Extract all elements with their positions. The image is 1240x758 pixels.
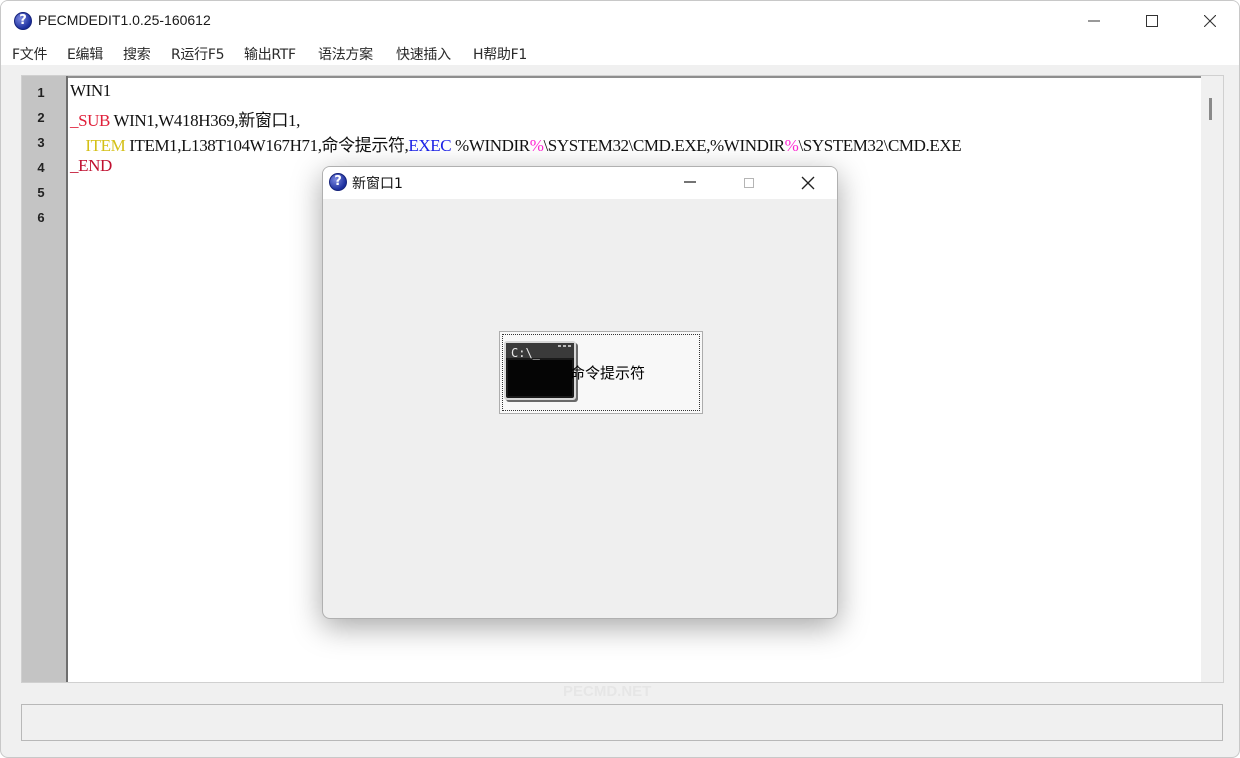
menu-quick-insert[interactable]: 快速插入 bbox=[396, 44, 451, 64]
close-icon bbox=[801, 176, 815, 190]
cmd-icon-text: C:\_ bbox=[511, 346, 541, 360]
line-number: 1 bbox=[37, 85, 45, 100]
preview-maximize-button[interactable] bbox=[726, 167, 772, 199]
menu-export-rtf[interactable]: 输出RTF bbox=[244, 44, 296, 64]
close-icon bbox=[1204, 15, 1216, 27]
maximize-icon bbox=[744, 178, 754, 188]
menu-syntax-scheme[interactable]: 语法方案 bbox=[318, 44, 373, 64]
window-title: PECMDEDIT1.0.25-160612 bbox=[38, 12, 211, 28]
line-number: 2 bbox=[37, 110, 45, 125]
maximize-button[interactable] bbox=[1123, 1, 1181, 41]
command-prompt-label: 命令提示符 bbox=[570, 364, 646, 382]
line-number: 6 bbox=[37, 210, 45, 225]
code-token: \SYSTEM32\CMD.EXE bbox=[798, 136, 962, 155]
code-token: \SYSTEM32\CMD.EXE,%WINDIR bbox=[543, 136, 785, 155]
line-number: 4 bbox=[37, 160, 45, 175]
code-line: _END bbox=[70, 156, 112, 176]
code-token: ITEM bbox=[70, 136, 126, 155]
preview-title-bar[interactable]: ? 新窗口1 bbox=[323, 167, 837, 199]
menu-edit[interactable]: E编辑 bbox=[67, 44, 103, 64]
main-window: ? PECMDEDIT1.0.25-160612 F文件 E编辑 搜索 R运行F… bbox=[0, 0, 1240, 758]
watermark: PECMD.NET bbox=[563, 683, 652, 700]
code-token: ITEM1,L138T104W167H71,命令提示符, bbox=[125, 136, 409, 155]
code-token: % bbox=[784, 136, 799, 155]
code-token: _SUB bbox=[70, 111, 110, 130]
status-bar bbox=[21, 704, 1223, 741]
code-token: _END bbox=[70, 156, 112, 175]
close-button[interactable] bbox=[1181, 1, 1239, 41]
code-token: EXEC bbox=[408, 136, 452, 155]
code-token: WIN1 bbox=[70, 81, 111, 100]
command-prompt-button[interactable]: C:\_ 命令提示符 bbox=[499, 331, 703, 414]
code-token: % bbox=[529, 136, 544, 155]
preview-close-button[interactable] bbox=[785, 167, 831, 199]
menu-bar: F文件 E编辑 搜索 R运行F5 输出RTF 语法方案 快速插入 H帮助F1 bbox=[1, 41, 1239, 65]
code-line: _SUB WIN1,W418H369,新窗口1, bbox=[70, 106, 300, 131]
preview-help-icon: ? bbox=[329, 173, 347, 191]
code-line: WIN1 bbox=[70, 81, 111, 101]
line-number-gutter: 1 2 3 4 5 6 bbox=[22, 76, 68, 682]
minimize-icon bbox=[1088, 20, 1100, 22]
menu-help[interactable]: H帮助F1 bbox=[473, 44, 527, 64]
preview-window-title: 新窗口1 bbox=[352, 176, 403, 192]
code-token: WIN1,W418H369,新窗口1, bbox=[109, 111, 301, 130]
scrollbar-thumb[interactable] bbox=[1209, 98, 1212, 120]
title-bar[interactable]: ? PECMDEDIT1.0.25-160612 bbox=[1, 1, 1239, 41]
code-token: %WINDIR bbox=[451, 136, 530, 155]
maximize-icon bbox=[1146, 15, 1158, 27]
command-prompt-icon: C:\_ bbox=[504, 341, 578, 402]
preview-minimize-button[interactable] bbox=[667, 167, 713, 199]
code-line: ITEM ITEM1,L138T104W167H71,命令提示符,EXEC %W… bbox=[70, 131, 961, 156]
app-help-icon: ? bbox=[14, 12, 32, 30]
line-number: 3 bbox=[37, 135, 45, 150]
line-number: 5 bbox=[37, 185, 45, 200]
menu-run[interactable]: R运行F5 bbox=[171, 44, 224, 64]
minimize-icon bbox=[684, 181, 696, 183]
preview-window: ? 新窗口1 C:\_ 命令提示符 bbox=[322, 166, 838, 619]
menu-file[interactable]: F文件 bbox=[12, 44, 47, 64]
vertical-scrollbar[interactable] bbox=[1201, 76, 1223, 682]
menu-search[interactable]: 搜索 bbox=[123, 44, 151, 64]
minimize-button[interactable] bbox=[1065, 1, 1123, 41]
